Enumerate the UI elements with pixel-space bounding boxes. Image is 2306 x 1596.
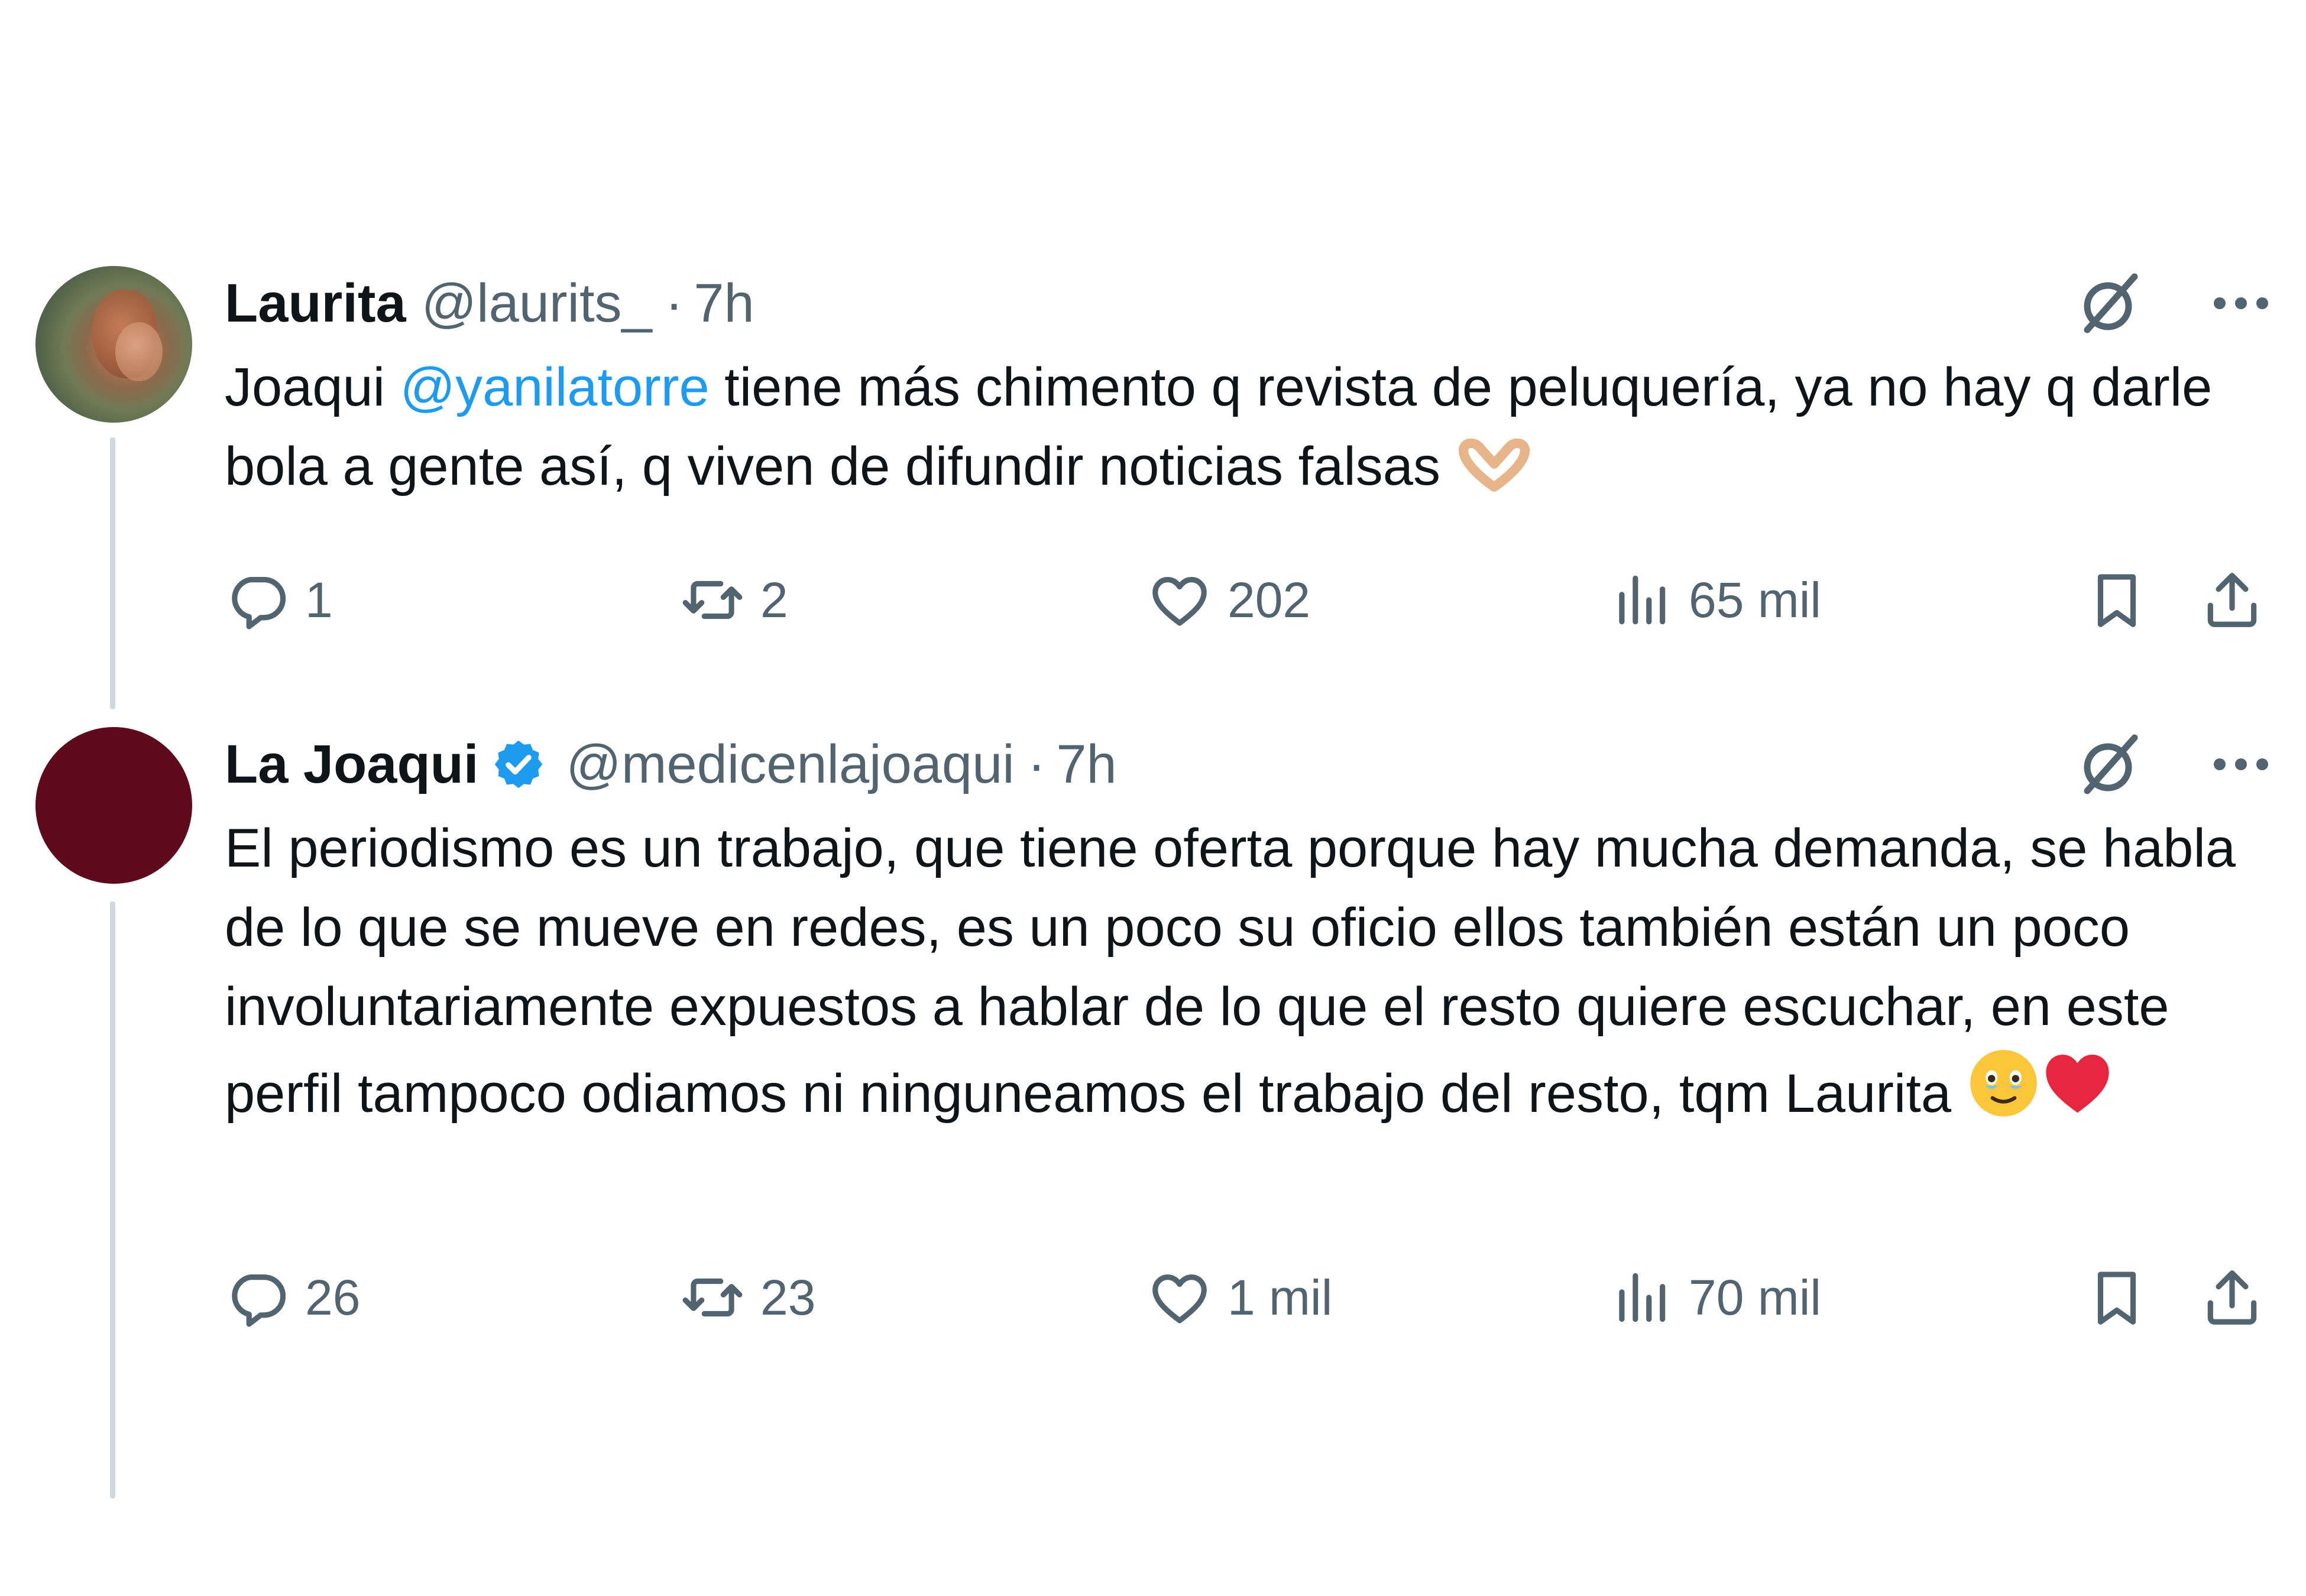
reply-icon	[232, 577, 286, 630]
share-button[interactable]	[2200, 1262, 2265, 1333]
reply-icon	[232, 1274, 286, 1327]
tweet-text: El periodismo es un trabajo, que tiene o…	[225, 809, 2271, 1133]
like-count: 202	[1228, 572, 1311, 628]
more-options-icon[interactable]	[2211, 291, 2271, 315]
author-name[interactable]: La Joaqui	[225, 734, 478, 796]
share-button[interactable]	[2200, 565, 2265, 635]
tweet-actions: 1 2 202 65 mil	[225, 565, 2271, 635]
like-icon	[1152, 577, 1207, 626]
tweet-header: Laurita @laurits_ · 7h	[225, 271, 2271, 336]
separator-dot: ·	[665, 273, 684, 333]
views-icon	[1619, 1273, 1666, 1322]
conversation-thread: Laurita @laurits_ · 7h Joaqui @yanilator…	[0, 0, 2306, 1596]
reply-button[interactable]: 1	[225, 565, 333, 635]
reply-button[interactable]: 26	[225, 1262, 360, 1333]
repost-count: 2	[760, 572, 788, 628]
views-button[interactable]: 65 mil	[1608, 565, 1821, 635]
mention-link[interactable]: @yanilatorre	[400, 357, 710, 417]
like-button[interactable]: 1 mil	[1147, 1262, 1332, 1333]
views-icon	[1619, 575, 1666, 625]
thread-connector-line	[110, 901, 115, 1498]
like-button[interactable]: 202	[1147, 565, 1310, 635]
red-heart-emoji	[2046, 1055, 2109, 1113]
thread-connector-line	[110, 437, 115, 709]
bookmark-icon	[2097, 1271, 2136, 1325]
share-icon	[2207, 1270, 2257, 1325]
tweet-laurita[interactable]: Laurita @laurits_ · 7h Joaqui @yanilator…	[0, 260, 2306, 721]
grok-icon[interactable]	[2075, 268, 2146, 339]
teary-smile-emoji	[1970, 1050, 2037, 1117]
reply-count: 1	[305, 572, 333, 628]
tweet-text-part: Joaqui	[225, 357, 400, 417]
avatar[interactable]	[35, 727, 192, 884]
like-count: 1 mil	[1228, 1269, 1333, 1325]
tweet-text: Joaqui @yanilatorre tiene más chimento q…	[225, 348, 2271, 506]
tweet-text-part: El periodismo es un trabajo, que tiene o…	[225, 818, 2236, 1124]
views-count: 65 mil	[1689, 572, 1822, 628]
author-handle[interactable]: @laurits_	[422, 273, 652, 335]
avatar-photo-face	[115, 322, 163, 381]
like-icon	[1152, 1274, 1207, 1323]
reply-count: 26	[305, 1269, 361, 1325]
author-name[interactable]: Laurita	[225, 273, 406, 335]
tweet-la-joaqui[interactable]: La Joaqui @medicenlajoaqui · 7h El perio…	[0, 721, 2306, 1498]
header-actions	[2075, 732, 2271, 797]
heart-hands-emoji	[1458, 439, 1530, 492]
repost-icon	[682, 580, 743, 619]
share-icon	[2207, 573, 2257, 627]
bookmark-icon	[2097, 574, 2136, 627]
author-handle[interactable]: @medicenlajoaqui	[566, 734, 1014, 796]
views-count: 70 mil	[1689, 1269, 1822, 1325]
verified-badge-icon[interactable]	[491, 737, 546, 791]
tweet-header: La Joaqui @medicenlajoaqui · 7h	[225, 732, 2271, 797]
bookmark-button[interactable]	[2084, 1262, 2149, 1333]
header-actions	[2075, 271, 2271, 336]
bookmark-button[interactable]	[2084, 565, 2149, 635]
separator-dot: ·	[1027, 734, 1046, 794]
views-button[interactable]: 70 mil	[1608, 1262, 1821, 1333]
repost-count: 23	[760, 1269, 816, 1325]
repost-button[interactable]: 2	[680, 565, 788, 635]
more-options-icon[interactable]	[2211, 752, 2271, 776]
repost-button[interactable]: 23	[680, 1262, 815, 1333]
repost-icon	[682, 1278, 743, 1317]
avatar[interactable]	[35, 266, 192, 423]
tweet-actions: 26 23 1 mil 70 mil	[225, 1262, 2271, 1333]
tweet-time[interactable]: 7h	[694, 273, 754, 335]
grok-icon[interactable]	[2075, 729, 2146, 800]
tweet-time[interactable]: 7h	[1056, 734, 1116, 796]
